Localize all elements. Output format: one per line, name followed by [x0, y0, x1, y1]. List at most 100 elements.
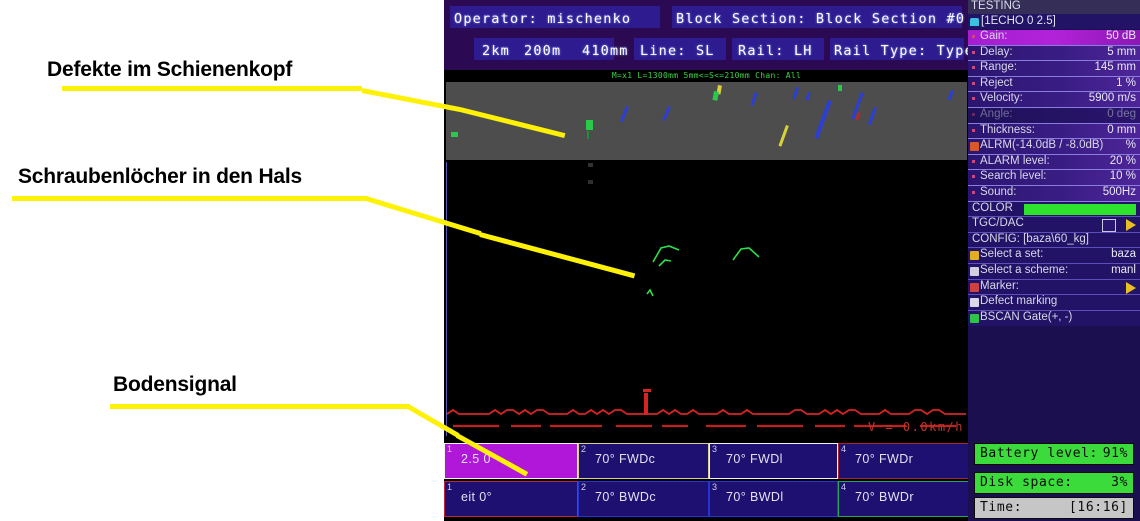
- status-value: 3%: [1111, 475, 1128, 490]
- setting-value: 1 %: [1116, 76, 1136, 89]
- row-bullet-icon: [972, 81, 975, 85]
- setting-value: 5900 m/s: [1088, 92, 1136, 105]
- channel-number: 4: [841, 482, 847, 492]
- annotation-underline-0: [62, 86, 362, 91]
- flag-icon: [970, 298, 979, 308]
- channel-button-top-2[interactable]: 2 70° FWDc: [578, 443, 709, 479]
- alarm-icon: [970, 142, 979, 152]
- block-section-label: Block Section: Block Section #0: [676, 11, 966, 27]
- sidebar-row-marker[interactable]: Marker:: [968, 279, 1140, 296]
- chevron-right-icon[interactable]: [1126, 219, 1136, 232]
- probe-icon: [970, 18, 979, 26]
- annotation-label-1: Schraubenlöcher in den Hals: [18, 165, 303, 188]
- status-time: Time: [16:16]: [974, 497, 1134, 519]
- channel-number: 3: [712, 444, 718, 454]
- setting-value: 145 mm: [1094, 61, 1136, 74]
- sidebar-title: TESTING: [971, 0, 1021, 12]
- channel-button-bottom-2[interactable]: 2 70° BWDc: [578, 481, 709, 517]
- sidebar-row-color[interactable]: COLOR: [968, 201, 1140, 218]
- sidebar-row-alrm-14-0db-8-0db[interactable]: ALRM(-14.0dB / -8.0dB)%: [968, 139, 1140, 155]
- setting-label: Velocity:: [980, 92, 1023, 105]
- channel-number: 4: [841, 444, 847, 454]
- color-swatch[interactable]: [1024, 203, 1136, 215]
- channel-number: 2: [581, 444, 587, 454]
- channel-label: 70° FWDl: [726, 452, 783, 466]
- probe-row[interactable]: [1ECHO 0 2.5]: [968, 14, 1140, 29]
- channel-button-top-3[interactable]: 3 70° FWDl: [709, 443, 838, 479]
- sidebar-row-range[interactable]: Range: 145 mm: [968, 61, 1140, 77]
- channel-button-bar: 1 2.5 0° 2 70° FWDc 3 70° FWDl 4 70° FWDr 1 eit 0…: [444, 438, 969, 521]
- channel-button-bottom-4[interactable]: 4 70° BWDr: [838, 481, 969, 517]
- setting-label: ALRM(-14.0dB / -8.0dB): [980, 139, 1104, 152]
- bscan-head-region[interactable]: [446, 82, 967, 160]
- setting-value: 5 mm: [1107, 45, 1136, 58]
- sidebar-row-velocity[interactable]: Velocity: 5900 m/s: [968, 92, 1140, 108]
- scan-parameters-label: M=x1 L=1300mm 5mm<=S<=210mm Chan: All: [611, 71, 802, 80]
- defect-mark: [620, 106, 629, 122]
- line-label: Line: SL: [640, 43, 715, 59]
- sidebar-row-tgc-dac[interactable]: TGC/DAC: [968, 217, 1140, 233]
- sidebar-row-thickness[interactable]: Thickness: 0 mm: [968, 123, 1140, 140]
- defect-mark: [588, 163, 593, 167]
- defect-mark: [451, 132, 458, 137]
- row-bullet-icon: [972, 175, 975, 179]
- status-label: Time:: [980, 500, 1023, 515]
- sidebar-row-defect-marking[interactable]: Defect marking: [968, 295, 1140, 311]
- chevron-right-icon[interactable]: [1126, 281, 1136, 294]
- defect-mark: [588, 180, 593, 184]
- row-bullet-icon: [972, 97, 975, 101]
- setting-label: TGC/DAC: [972, 217, 1024, 230]
- bscan-web-region[interactable]: V = 0.0km/h: [446, 162, 969, 436]
- settings-sidebar: TESTING [1ECHO 0 2.5] Gain: 50 dB Delay: 5 mm…: [968, 0, 1140, 521]
- meters-label: 200m: [524, 43, 562, 59]
- row-bullet-icon: [972, 50, 975, 54]
- status-label: Battery level:: [980, 446, 1098, 461]
- rail-label: Rail: LH: [738, 43, 813, 59]
- sidebar-row-search-level[interactable]: Search level: 10 %: [968, 170, 1140, 186]
- setting-value: 10 %: [1109, 170, 1136, 183]
- channel-button-bottom-3[interactable]: 3 70° BWDl: [709, 481, 838, 517]
- tgc-dac-checkbox[interactable]: [1102, 219, 1116, 233]
- sidebar-row-alarm-level[interactable]: ALARM level: 20 %: [968, 154, 1140, 171]
- defect-mark: [712, 91, 719, 101]
- channel-label: 70° BWDc: [595, 490, 656, 504]
- row-bullet-icon: [972, 128, 975, 132]
- operator-label: Operator: mischenko: [454, 11, 632, 27]
- gate-icon: [970, 313, 979, 323]
- channel-label: 70° BWDl: [726, 490, 784, 504]
- document-icon: [970, 267, 979, 276]
- sidebar-row-delay[interactable]: Delay: 5 mm: [968, 45, 1140, 62]
- setting-label: Angle:: [980, 108, 1013, 120]
- sidebar-row-config-baza-60-kg[interactable]: CONFIG: [baza\60_kg]: [968, 232, 1140, 249]
- sidebar-row-sound[interactable]: Sound: 500Hz: [968, 186, 1140, 202]
- defect-mark: [838, 85, 842, 91]
- sidebar-row-angle[interactable]: Angle: 0 deg: [968, 108, 1140, 124]
- folder-icon: [970, 251, 979, 261]
- defect-mark: [867, 107, 877, 125]
- sidebar-row-gain[interactable]: Gain: 50 dB: [968, 30, 1140, 46]
- defect-mark: [750, 92, 758, 107]
- annotation-label-2: Bodensignal: [113, 373, 237, 396]
- channel-label: 70° FWDc: [595, 452, 656, 466]
- setting-label: COLOR: [972, 201, 1013, 214]
- status-value: 91%: [1102, 446, 1128, 461]
- annotation-label-0: Defekte im Schienenkopf: [47, 58, 293, 81]
- setting-label: Gain:: [980, 30, 1008, 42]
- setting-label: Sound:: [980, 186, 1017, 198]
- channel-number: 2: [581, 482, 587, 492]
- setting-label: Delay:: [980, 45, 1013, 58]
- sidebar-row-select-a-set[interactable]: Select a set: baza: [968, 248, 1140, 264]
- setting-label: BSCAN Gate(+, -): [980, 310, 1073, 323]
- row-bullet-icon: [972, 191, 975, 194]
- annotation-underline-2: [110, 404, 410, 409]
- setting-value: 500Hz: [1102, 186, 1136, 198]
- channel-button-bottom-1[interactable]: 1 eit 0°: [444, 481, 578, 517]
- sidebar-row-reject[interactable]: Reject 1 %: [968, 76, 1140, 93]
- channel-button-top-4[interactable]: 4 70° FWDr: [838, 443, 969, 479]
- channel-number: 1: [447, 482, 453, 492]
- sidebar-row-bscan-gate[interactable]: BSCAN Gate(+, -): [968, 310, 1140, 327]
- sidebar-row-select-a-scheme[interactable]: Select a scheme: manl: [968, 264, 1140, 280]
- setting-value: manl: [1111, 264, 1136, 276]
- channel-label: eit 0°: [461, 490, 493, 504]
- channel-button-top-1[interactable]: 1 2.5 0°: [444, 443, 578, 479]
